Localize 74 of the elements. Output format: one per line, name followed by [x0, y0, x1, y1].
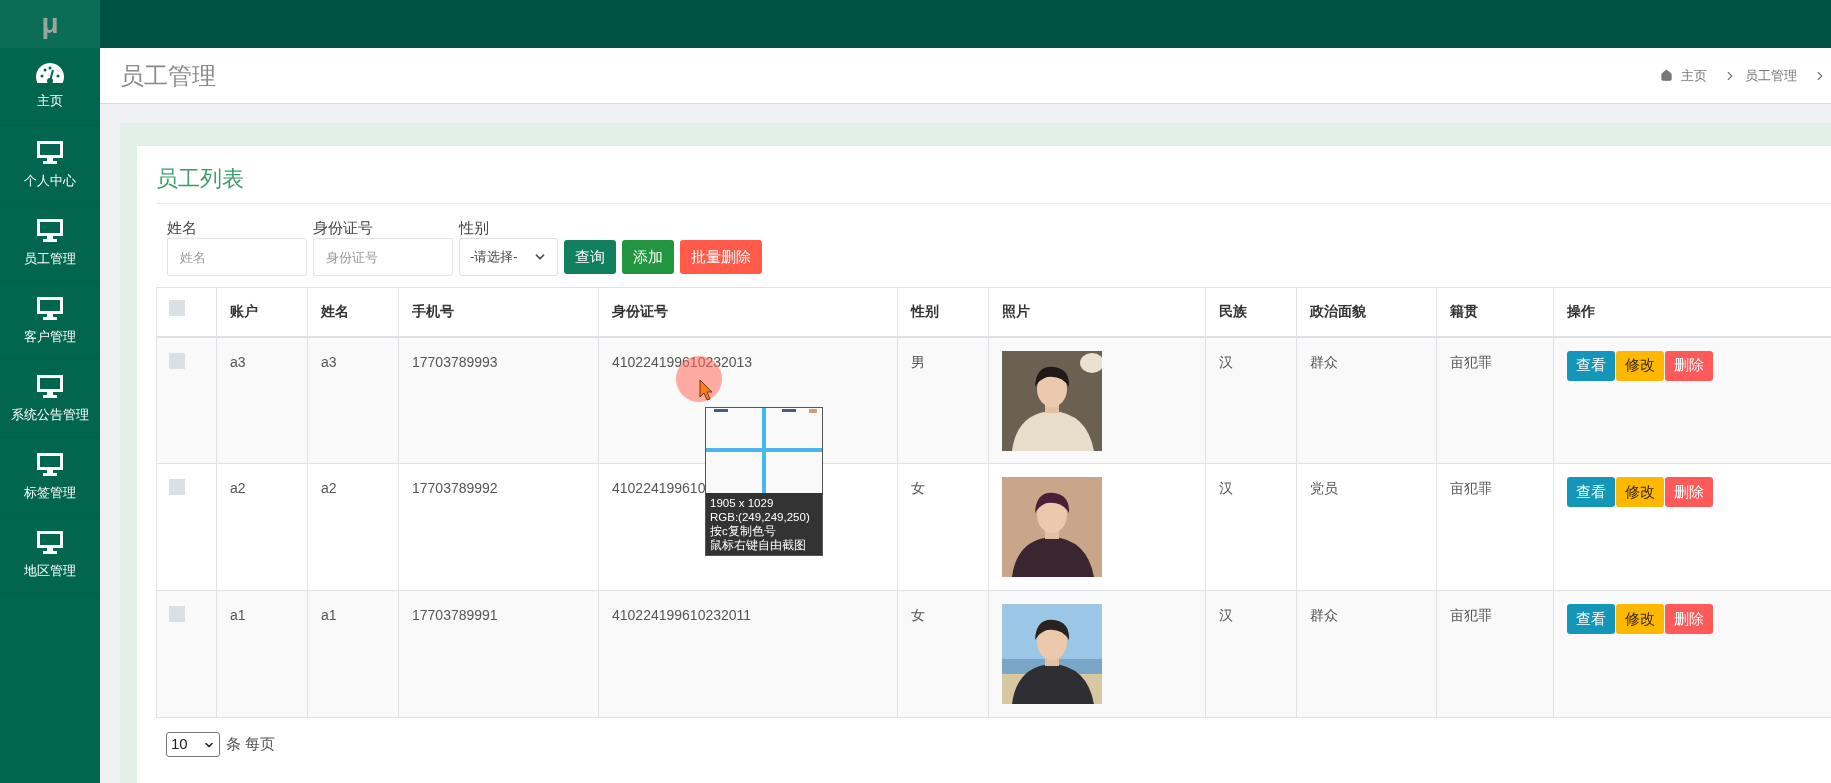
table-cell: 亩犯罪: [1436, 590, 1554, 718]
table-cell: 17703789991: [398, 590, 599, 718]
input-field[interactable]: 身份证号: [313, 238, 453, 276]
monitor-icon: [36, 216, 64, 243]
dashboard-icon: [35, 62, 65, 86]
card-title: 员工列表: [156, 166, 244, 191]
column-header: 手机号: [398, 287, 599, 337]
table-cell: 17703789992: [398, 463, 599, 591]
row-action-button[interactable]: 修改: [1616, 477, 1664, 507]
table-cell: 女: [897, 463, 989, 591]
input-field[interactable]: 姓名: [167, 238, 307, 276]
table-cell: 17703789993: [398, 336, 599, 464]
row-action-button[interactable]: 修改: [1616, 350, 1664, 381]
table-cell: 汉: [1205, 590, 1297, 718]
sidebar-item[interactable]: 标签管理: [0, 438, 100, 516]
column-header: 操作: [1553, 287, 1831, 337]
tooltip-text: 鼠标右键自由截图: [710, 538, 807, 552]
table-cell: 女: [897, 590, 989, 718]
table-cell: 汉: [1205, 336, 1297, 464]
table-cell: a2: [307, 463, 399, 591]
checkbox[interactable]: [169, 606, 185, 622]
column-header: 政治面貌: [1296, 287, 1437, 337]
toolbar-button[interactable]: 查询: [564, 240, 616, 274]
checkbox[interactable]: [169, 352, 185, 369]
home-icon: [1660, 69, 1673, 82]
field-label: 性别: [459, 218, 490, 238]
table-cell: 汉: [1205, 463, 1297, 591]
cursor-icon: [699, 379, 713, 401]
sidebar-item[interactable]: 客户管理: [0, 282, 100, 360]
monitor-icon: [36, 372, 64, 399]
tooltip-text: 按c复制色号: [710, 524, 777, 538]
tooltip-text: RGB:(249,249,250): [710, 510, 811, 524]
breadcrumb-link[interactable]: 员工管理: [1745, 65, 1797, 86]
table-cell: a3: [307, 336, 399, 464]
monitor-icon: [36, 450, 64, 477]
column-header: 账户: [216, 287, 308, 337]
monitor-icon: [36, 138, 64, 165]
breadcrumb-link[interactable]: 主页: [1681, 65, 1707, 86]
column-header: 籍贯: [1436, 287, 1554, 337]
page-size-label: 条 每页: [226, 734, 276, 755]
table-cell: 410224199610232011: [598, 590, 898, 718]
toolbar-button[interactable]: 添加: [622, 240, 674, 274]
checkbox[interactable]: [169, 479, 185, 495]
table-cell: a1: [216, 590, 308, 718]
sidebar-item[interactable]: 系统公告管理: [0, 360, 100, 438]
sidebar-item[interactable]: 个人中心: [0, 126, 100, 204]
monitor-icon: [36, 294, 64, 321]
gender-select[interactable]: -请选择-: [459, 238, 558, 276]
field-label: 身份证号: [313, 218, 374, 238]
monitor-icon: [36, 528, 64, 555]
column-header: 照片: [988, 287, 1206, 337]
table-cell: a3: [216, 336, 308, 464]
sidebar-item[interactable]: 主页: [0, 48, 100, 126]
table-cell: 党员: [1296, 463, 1437, 591]
checkbox[interactable]: [169, 300, 185, 316]
page-size-select[interactable]: 10: [166, 732, 220, 757]
column-header: 性别: [897, 287, 989, 337]
column-header: 民族: [1205, 287, 1297, 337]
field-label: 姓名: [167, 218, 198, 238]
table-cell: 亩犯罪: [1436, 336, 1554, 464]
table-cell: a2: [216, 463, 308, 591]
tooltip-text: 1905 x 1029: [710, 496, 775, 510]
table-cell: 亩犯罪: [1436, 463, 1554, 591]
row-action-button[interactable]: 修改: [1616, 604, 1664, 634]
table-cell: 群众: [1296, 590, 1437, 718]
table-cell: 群众: [1296, 336, 1437, 464]
table-cell: 男: [897, 336, 989, 464]
sidebar-item[interactable]: 员工管理: [0, 204, 100, 282]
sidebar-item[interactable]: 地区管理: [0, 516, 100, 594]
table-cell: a1: [307, 590, 399, 718]
column-header: 身份证号: [598, 287, 898, 337]
page-title: 员工管理: [120, 60, 216, 91]
column-header: 姓名: [307, 287, 399, 337]
logo: μ: [41, 7, 59, 41]
